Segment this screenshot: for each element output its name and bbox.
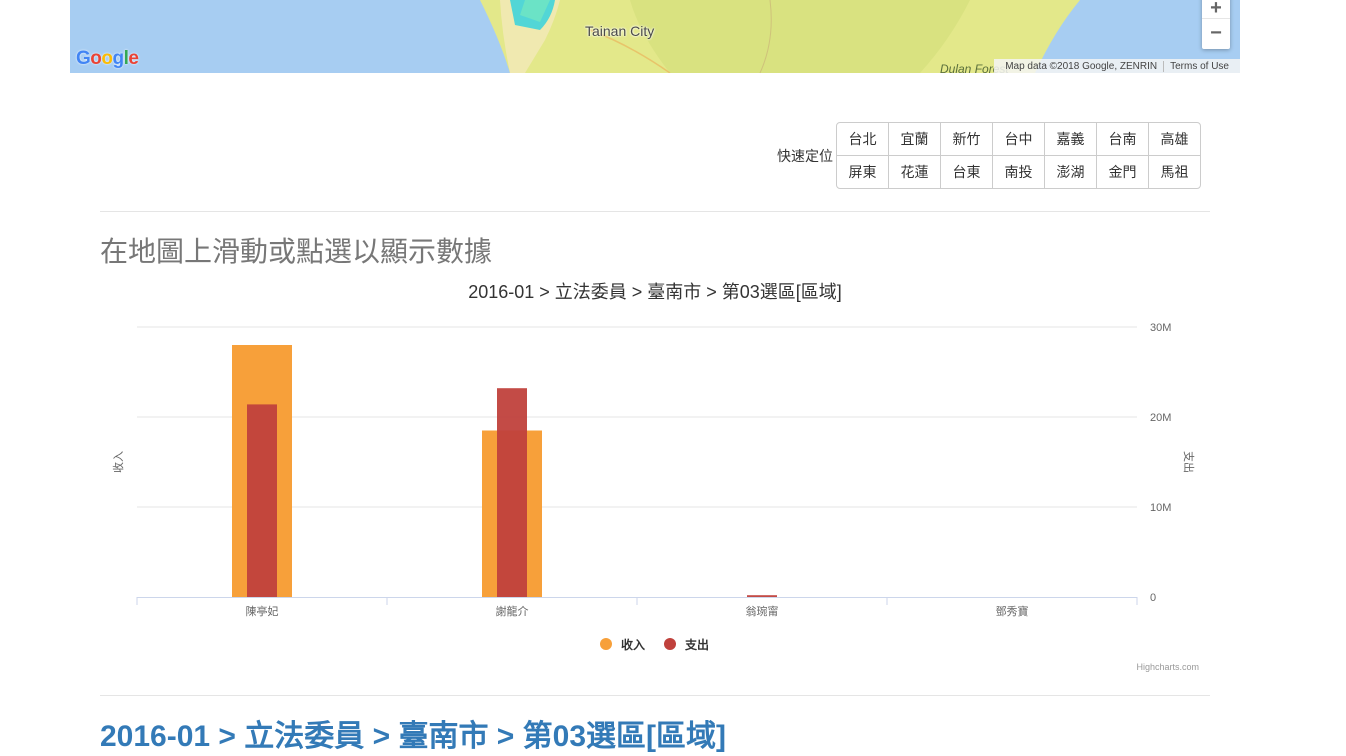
map-view[interactable]: Tainan City Dulan Forest Google + − Map … (70, 0, 1240, 73)
locate-button-chiayi[interactable]: 嘉義 (1044, 122, 1097, 156)
quick-locate-label: 快速定位 (777, 149, 833, 165)
terms-of-use-link[interactable]: Terms of Use (1163, 60, 1235, 72)
y-axis-title-left: 收入 (111, 451, 125, 473)
x-tick-label: 翁琬甯 (746, 604, 779, 618)
y-tick-label: 0 (1150, 592, 1156, 604)
y-axis-title-right: 支出 (1182, 451, 1196, 473)
map-zoom-control: + − (1202, 0, 1230, 49)
locate-button-yilan[interactable]: 宜蘭 (888, 122, 941, 156)
x-tick-label: 謝龍介 (496, 604, 529, 618)
locate-button-matsu[interactable]: 馬祖 (1148, 155, 1201, 189)
zoom-out-button[interactable]: − (1202, 19, 1230, 48)
bar-expense (497, 388, 527, 597)
section-heading: 2016-01 > 立法委員 > 臺南市 > 第03選區[區域] (100, 720, 727, 753)
chart-svg: 2016-01 > 立法委員 > 臺南市 > 第03選區[區域] 0 10M 20M 3… (111, 282, 1199, 672)
legend-item: 支出 (684, 637, 709, 652)
quick-locate-row: 屏東 花蓮 台東 南投 澎湖 金門 馬祖 (836, 155, 1201, 189)
y-tick-label: 10M (1150, 502, 1171, 514)
finance-chart: 2016-01 > 立法委員 > 臺南市 > 第03選區[區域] 0 10M 20M 3… (100, 278, 1210, 678)
map-city-label: Tainan City (585, 23, 655, 39)
bar-expense (247, 404, 277, 597)
locate-button-kinmen[interactable]: 金門 (1096, 155, 1149, 189)
locate-button-hsinchu[interactable]: 新竹 (940, 122, 993, 156)
x-tick-label: 陳亭妃 (246, 604, 279, 618)
map-data-attribution: Map data ©2018 Google, ZENRIN (1005, 60, 1158, 72)
legend-marker (664, 638, 676, 650)
legend-marker (600, 638, 612, 650)
quick-locate: 快速定位 台北 宜蘭 新竹 台中 嘉義 台南 高雄 屏東 花蓮 台東 南投 澎湖… (777, 122, 1201, 189)
x-tick-label: 鄧秀寶 (996, 604, 1029, 618)
locate-button-penghu[interactable]: 澎湖 (1044, 155, 1097, 189)
bar-expense (747, 595, 777, 597)
locate-button-hualien[interactable]: 花蓮 (888, 155, 941, 189)
legend-item: 收入 (621, 637, 645, 652)
chart-title: 2016-01 > 立法委員 > 臺南市 > 第03選區[區域] (468, 282, 842, 302)
quick-locate-row: 台北 宜蘭 新竹 台中 嘉義 台南 高雄 (836, 122, 1201, 156)
divider (100, 695, 1210, 696)
chart-credits: Highcharts.com (1136, 662, 1199, 672)
locate-button-taitung[interactable]: 台東 (940, 155, 993, 189)
quick-locate-buttons: 台北 宜蘭 新竹 台中 嘉義 台南 高雄 屏東 花蓮 台東 南投 澎湖 金門 馬… (836, 122, 1201, 189)
locate-button-taipei[interactable]: 台北 (836, 122, 889, 156)
prompt-title: 在地圖上滑動或點選以顯示數據 (100, 235, 493, 268)
locate-button-pingtung[interactable]: 屏東 (836, 155, 889, 189)
locate-button-nantou[interactable]: 南投 (992, 155, 1045, 189)
y-tick-label: 20M (1150, 412, 1171, 424)
locate-button-kaohsiung[interactable]: 高雄 (1148, 122, 1201, 156)
google-logo[interactable]: Google (76, 48, 139, 70)
locate-button-tainan[interactable]: 台南 (1096, 122, 1149, 156)
locate-button-taichung[interactable]: 台中 (992, 122, 1045, 156)
zoom-in-button[interactable]: + (1202, 0, 1230, 19)
y-tick-label: 30M (1150, 322, 1171, 334)
map-attribution: Map data ©2018 Google, ZENRIN Terms of U… (994, 59, 1240, 73)
divider (100, 211, 1210, 212)
